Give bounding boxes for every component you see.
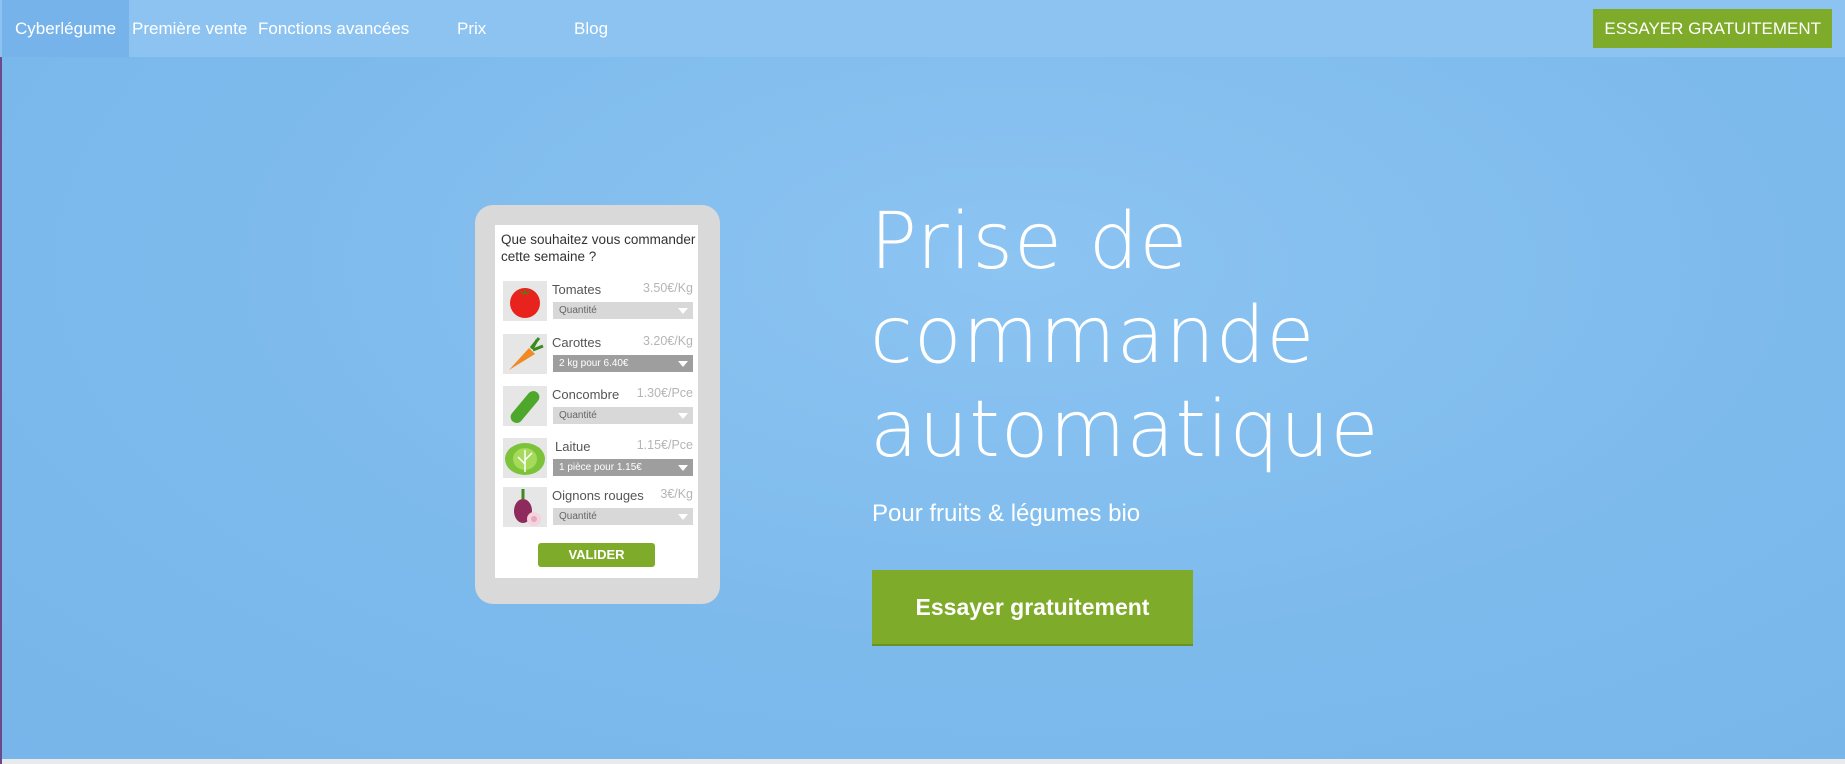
product-price: 1.15€/Pce bbox=[636, 438, 693, 452]
product-row: Concombre 1.30€/Pce Quantité bbox=[503, 386, 693, 430]
product-row: Tomates 3.50€/Kg Quantité bbox=[503, 281, 693, 325]
quantity-select[interactable]: Quantité bbox=[553, 508, 693, 525]
nav-brand[interactable]: Cyberlégume bbox=[2, 0, 130, 57]
product-row: Oignons rouges 3€/Kg Quantité bbox=[503, 487, 693, 531]
try-free-button[interactable]: Essayer gratuitement bbox=[872, 570, 1193, 646]
hero-subtitle: Pour fruits & légumes bio bbox=[872, 500, 1141, 527]
hero-title-line: automatique bbox=[870, 385, 1380, 475]
phone-mockup: Que souhaitez vous commander cette semai… bbox=[475, 205, 720, 604]
hero-title-line: Prise de bbox=[870, 197, 1189, 287]
validate-button[interactable]: VALIDER bbox=[538, 543, 655, 567]
chevron-down-icon bbox=[678, 361, 688, 367]
nav-item-fonctions-avancees[interactable]: Fonctions avancées bbox=[258, 0, 409, 57]
product-name: Carottes bbox=[552, 335, 602, 350]
product-name: Tomates bbox=[552, 282, 602, 297]
section-divider bbox=[0, 759, 1845, 764]
chevron-down-icon bbox=[678, 514, 688, 520]
product-row: Carottes 3.20€/Kg 2 kg pour 6.40€ bbox=[503, 334, 693, 378]
order-question: Que souhaitez vous commander cette semai… bbox=[501, 232, 696, 264]
carrot-icon bbox=[503, 334, 547, 374]
chevron-down-icon bbox=[678, 465, 688, 471]
hero-title: Prise de commande automatique bbox=[870, 195, 1470, 477]
cucumber-icon bbox=[503, 386, 547, 426]
nav-item-blog[interactable]: Blog bbox=[574, 0, 608, 57]
product-price: 3.20€/Kg bbox=[642, 334, 693, 348]
chevron-down-icon bbox=[678, 413, 688, 419]
quantity-select[interactable]: 2 kg pour 6.40€ bbox=[553, 355, 693, 372]
red-onion-icon bbox=[503, 487, 547, 527]
lettuce-icon bbox=[503, 438, 547, 478]
quantity-select[interactable]: Quantité bbox=[553, 407, 693, 424]
chevron-down-icon bbox=[678, 308, 688, 314]
top-navigation: Cyberlégume Première vente Fonctions ava… bbox=[0, 0, 1845, 57]
nav-item-premiere-vente[interactable]: Première vente bbox=[132, 0, 247, 57]
product-row: Laitue 1.15€/Pce 1 pièce pour 1.15€ bbox=[503, 438, 693, 482]
product-price: 1.30€/Pce bbox=[636, 386, 693, 400]
nav-item-prix[interactable]: Prix bbox=[457, 0, 486, 57]
product-price: 3.50€/Kg bbox=[642, 281, 693, 295]
window-edge bbox=[0, 0, 2, 764]
hero-title-line: commande bbox=[870, 291, 1316, 381]
product-name: Oignons rouges bbox=[552, 488, 644, 503]
quantity-select[interactable]: 1 pièce pour 1.15€ bbox=[553, 459, 693, 476]
quantity-select[interactable]: Quantité bbox=[553, 302, 693, 319]
product-name: Concombre bbox=[552, 387, 620, 402]
product-name: Laitue bbox=[555, 439, 591, 454]
tomato-icon bbox=[503, 281, 547, 321]
product-price: 3€/Kg bbox=[660, 487, 693, 501]
try-free-nav-button[interactable]: ESSAYER GRATUITEMENT bbox=[1593, 9, 1832, 48]
phone-screen: Que souhaitez vous commander cette semai… bbox=[495, 225, 698, 578]
